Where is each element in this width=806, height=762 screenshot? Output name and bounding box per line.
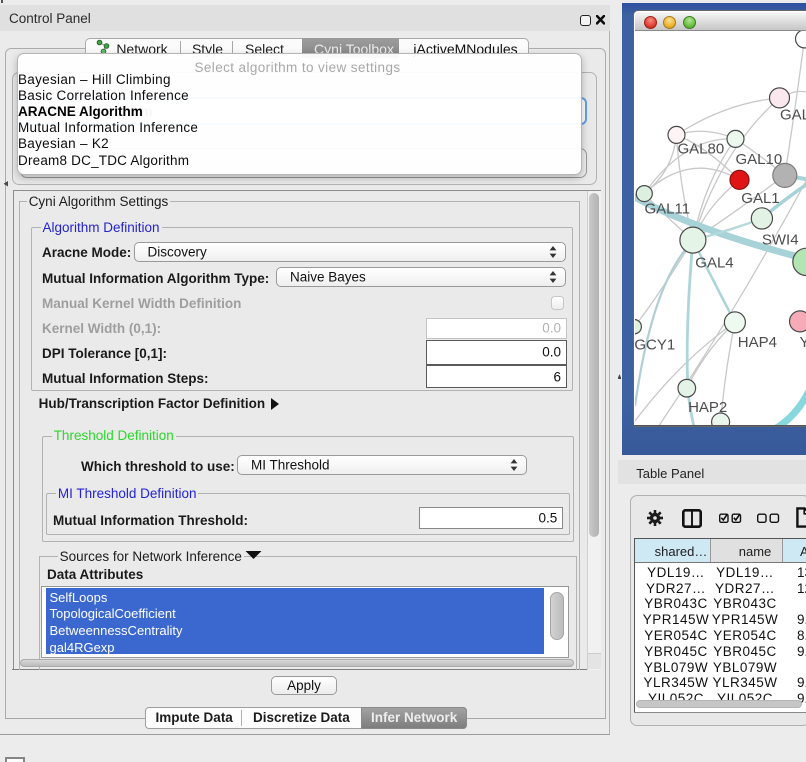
svg-text:GAL80: GAL80 — [677, 140, 724, 157]
svg-text:Y: Y — [799, 334, 806, 351]
svg-text:GAL10: GAL10 — [735, 151, 782, 168]
svg-text:GAL1: GAL1 — [741, 190, 779, 207]
svg-text:SWI4: SWI4 — [761, 231, 798, 248]
svg-text:HAP4: HAP4 — [737, 334, 776, 351]
svg-text:GAL4: GAL4 — [695, 255, 733, 272]
svg-text:GAL11: GAL11 — [644, 201, 690, 218]
svg-text:GCY1: GCY1 — [635, 337, 675, 354]
svg-text:GAL7: GAL7 — [780, 107, 806, 124]
svg-text:HAP2: HAP2 — [688, 399, 727, 416]
